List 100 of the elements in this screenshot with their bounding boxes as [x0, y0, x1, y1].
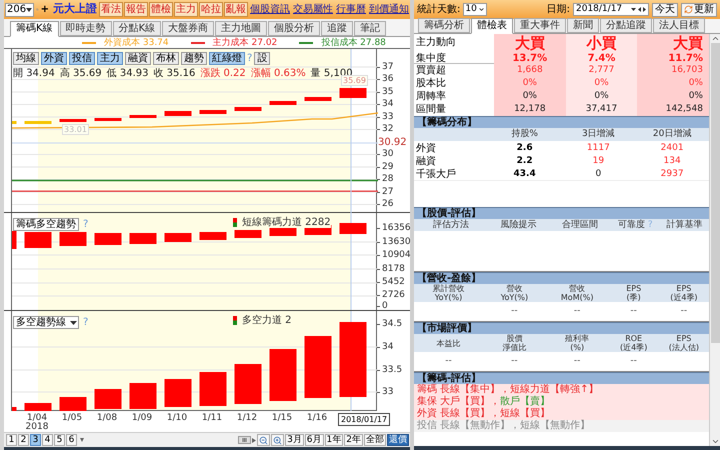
year-label: 2018: [26, 423, 48, 432]
toolbar-button[interactable]: 主力: [174, 2, 198, 17]
date-field[interactable]: 2018/1/17: [573, 3, 649, 16]
row-label: 周轉率: [415, 90, 447, 104]
legend-label: 主力成本 27.02: [212, 38, 278, 48]
refresh-button[interactable]: 更新: [681, 2, 717, 16]
toolbar-button[interactable]: 看法: [99, 2, 123, 17]
row-label: 集中度: [415, 52, 447, 64]
date-label: 1/09: [132, 413, 152, 423]
date-label: 1/15: [272, 413, 292, 423]
table-cell-text: 7.4%: [588, 52, 616, 65]
tab[interactable]: 分點K線: [112, 21, 162, 36]
settings-button[interactable]: 設: [254, 52, 270, 65]
bar: [94, 233, 122, 245]
toolbar-link[interactable]: 個股資訊: [250, 2, 290, 17]
range-button[interactable]: 2年: [344, 434, 363, 446]
table-cell-text: --: [574, 354, 580, 368]
row-label: 股本比: [415, 77, 447, 90]
arrow-right-icon[interactable]: [252, 438, 256, 442]
table-cell-text: 0%: [594, 90, 609, 103]
toolbar-button[interactable]: 亂報: [224, 2, 248, 17]
table-cell-text: 1117: [586, 142, 611, 155]
toolbar-button[interactable]: 哈拉: [199, 2, 223, 17]
tab[interactable]: 新聞: [567, 18, 599, 33]
tab[interactable]: 主力地圖: [215, 21, 268, 36]
tab[interactable]: 即時走勢: [60, 21, 112, 36]
bar: [60, 232, 86, 246]
page-button[interactable]: 2: [18, 434, 29, 446]
bar: [234, 364, 262, 404]
tab[interactable]: 大盤券商: [162, 21, 214, 36]
indicator-select[interactable]: 多空趨勢線: [13, 316, 79, 329]
section-title: 【營收-盈餘】: [417, 273, 482, 284]
tab[interactable]: 個股分析: [268, 21, 320, 36]
toolbar-link[interactable]: 到價通知: [369, 2, 409, 17]
range-button[interactable]: 還價: [387, 434, 409, 446]
date-label: 日期:: [546, 2, 570, 17]
chevron-down-icon[interactable]: [710, 437, 720, 446]
indicator-button[interactable]: 融資: [125, 52, 151, 65]
range-button[interactable]: 1年: [324, 434, 344, 446]
toolbar-link[interactable]: 交易屬性: [293, 2, 333, 17]
indicator-button[interactable]: 投信: [69, 52, 95, 65]
range-button[interactable]: 全部: [364, 434, 386, 446]
tab[interactable]: 重大事件: [514, 18, 566, 33]
axis-label: 32: [382, 125, 394, 134]
bar: [24, 403, 52, 411]
indicator-button[interactable]: 均線: [13, 52, 39, 65]
indicator-button[interactable]: 主力: [97, 52, 123, 65]
scroll-thumb-icon[interactable]: [238, 436, 252, 444]
add-button[interactable]: +: [40, 4, 49, 16]
table-cell-text: 0%: [688, 77, 703, 90]
caret-icon[interactable]: [80, 438, 84, 442]
caret-icon: [70, 320, 77, 324]
tab[interactable]: 法人目標: [653, 18, 705, 33]
tab[interactable]: 分點追蹤: [600, 18, 652, 33]
indicator-button[interactable]: 紅綠燈: [209, 52, 245, 65]
column-header: (近4季): [670, 293, 698, 302]
candle: [234, 107, 262, 111]
today-button[interactable]: 今天: [652, 2, 678, 16]
scrollbar[interactable]: [709, 34, 720, 446]
legend-label: 多空力道 2: [242, 315, 292, 326]
zoom-in-button[interactable]: [271, 434, 284, 446]
toolbar-button[interactable]: 報告: [124, 2, 148, 17]
section-title: 【籌碼分布】: [417, 117, 477, 128]
zoom-out-button[interactable]: [257, 434, 270, 446]
stock-code-field[interactable]: 206: [5, 2, 34, 16]
tab[interactable]: 籌碼K線: [10, 21, 59, 37]
table-cell-text: 12,178: [514, 103, 546, 116]
page-button[interactable]: 1: [6, 434, 17, 446]
arrow-left-icon: [638, 7, 641, 12]
table-cell-text: 19: [592, 154, 606, 168]
tab[interactable]: 籌碼分析: [418, 18, 470, 33]
page-button[interactable]: 3: [30, 434, 41, 446]
toolbar-link[interactable]: 行事曆: [336, 2, 366, 17]
bar: [340, 223, 366, 234]
price-marker: 35.69: [341, 75, 368, 86]
axis-label: 36: [382, 75, 394, 84]
page-button[interactable]: 4: [42, 434, 53, 446]
tab[interactable]: 體檢表: [471, 18, 513, 34]
axis-label: 8178: [382, 264, 405, 274]
indicator-button[interactable]: 布林: [153, 52, 179, 65]
tab[interactable]: 筆記: [354, 21, 386, 36]
indicator-button[interactable]: 趨勢: [181, 52, 207, 65]
table-cell-text: --: [445, 354, 452, 368]
tab[interactable]: 追蹤: [321, 21, 354, 36]
range-button[interactable]: 3月: [285, 434, 304, 446]
section-title: 【股價-評估】: [417, 208, 482, 219]
chevron-up-icon[interactable]: [710, 34, 720, 43]
days-select[interactable]: 10: [463, 3, 488, 16]
table-cell-text: 0%: [522, 77, 537, 90]
candle: [200, 110, 226, 114]
indicator-select[interactable]: 籌碼多空趨勢: [13, 218, 79, 231]
page-button[interactable]: 5: [54, 434, 65, 446]
page-button[interactable]: 6: [66, 434, 77, 446]
toolbar-button[interactable]: 體檢: [149, 2, 173, 17]
axis-label: 34: [382, 100, 394, 109]
column-header: 可靠度: [618, 219, 645, 232]
candle: [164, 111, 192, 116]
indicator-button[interactable]: 外資: [41, 52, 67, 65]
column-header: 計算基準: [666, 219, 702, 232]
range-button[interactable]: 6月: [304, 434, 324, 446]
